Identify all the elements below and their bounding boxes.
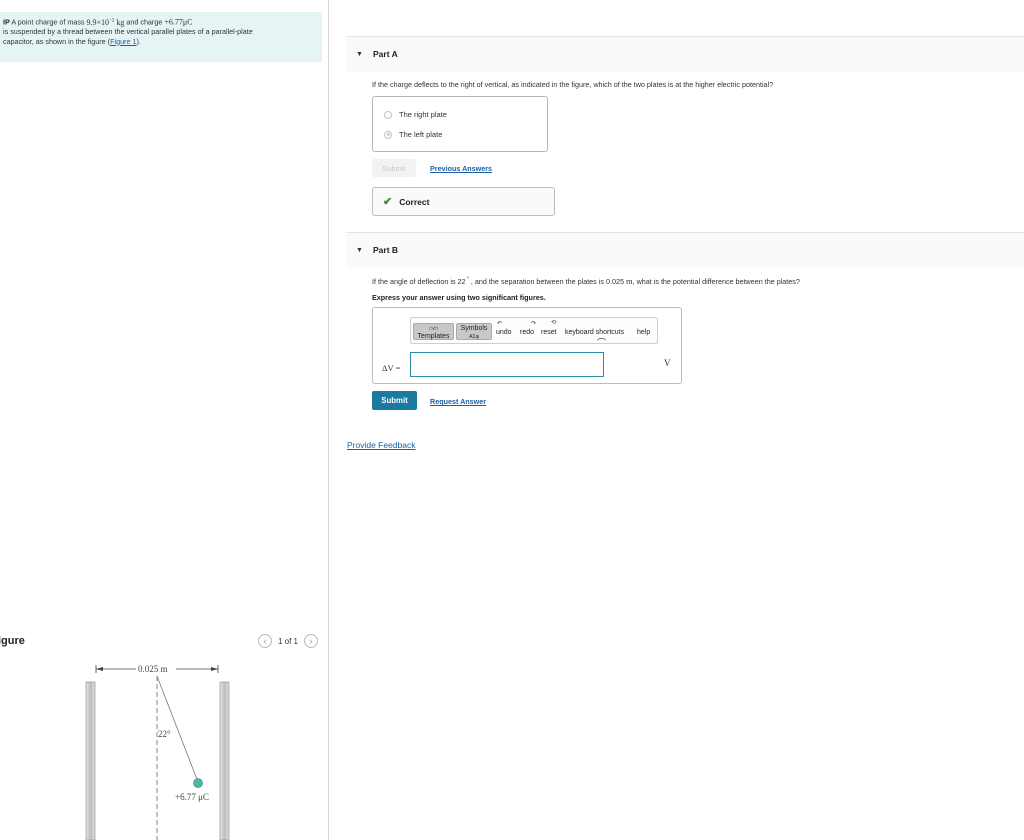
problem-line-2: is suspended by a thread between the ver…: [3, 27, 253, 37]
part-b-label: Part B: [373, 245, 399, 255]
problem-prefix: IP: [3, 17, 10, 27]
part-b-submit-button[interactable]: Submit: [372, 391, 417, 410]
keyboard-shortcuts-button[interactable]: keyboard shortcuts: [565, 329, 624, 336]
mass-value: 9.9×10−2 kg: [86, 17, 125, 27]
answer-input[interactable]: [410, 352, 604, 377]
figure-pager: ‹ 1 of 1 ›: [257, 634, 318, 648]
unit-label: V: [664, 358, 671, 368]
radio-button-selected[interactable]: [384, 130, 392, 139]
part-a-label: Part A: [373, 49, 398, 59]
figure-link[interactable]: Figure 1: [110, 37, 136, 46]
angle-label: 22°: [158, 729, 171, 739]
charge-value: +6.77μC: [164, 17, 193, 27]
choice-right-plate[interactable]: The right plate: [384, 110, 447, 119]
correct-feedback: ✔ Correct: [372, 187, 555, 216]
checkmark-icon: ✔: [383, 196, 393, 208]
reset-icon[interactable]: ⟲: [551, 319, 556, 326]
charge-label: +6.77 μC: [175, 792, 209, 802]
problem-text: A point charge of mass: [9, 17, 87, 27]
part-b-instruction: Express your answer using two significan…: [372, 293, 546, 302]
right-plate: [219, 681, 230, 840]
figure-header: igure ‹ 1 of 1 ›: [0, 633, 322, 651]
problem-statement: IP A point charge of mass 9.9×10−2 kg an…: [0, 12, 322, 62]
provide-feedback-link[interactable]: Provide Feedback: [347, 440, 416, 450]
choice-label: The left plate: [399, 130, 443, 139]
undo-icon[interactable]: ↶: [497, 320, 502, 327]
radio-button[interactable]: [384, 110, 392, 119]
collapse-triangle-icon[interactable]: ▼: [356, 51, 363, 58]
figure-page-count: 1 of 1: [277, 636, 298, 646]
part-b-header[interactable]: ▼ Part B: [346, 232, 1024, 268]
request-answer-link[interactable]: Request Answer: [430, 397, 486, 406]
next-figure-button[interactable]: ›: [304, 634, 318, 648]
dimension-arrow-left: [96, 667, 103, 671]
figure-title: igure: [0, 635, 25, 647]
part-a-header[interactable]: ▼ Part A: [346, 36, 1024, 72]
dimension-arrow-right: [211, 667, 218, 671]
answer-box: □√□ Templates Symbols ΑΣφ ↶ undo ↷ redo ⟲ …: [372, 307, 682, 384]
choice-label: The right plate: [399, 110, 447, 119]
templates-button[interactable]: □√□ Templates: [413, 323, 454, 340]
math-toolbar: □√□ Templates Symbols ΑΣφ ↶ undo ↷ redo ⟲ …: [410, 317, 658, 348]
symbols-button[interactable]: Symbols ΑΣφ: [456, 323, 492, 340]
keyboard-icon[interactable]: ⌒: [597, 336, 606, 349]
choice-left-plate[interactable]: The left plate: [384, 130, 442, 139]
delta-v-label: ΔV =: [382, 363, 401, 373]
previous-answers-link[interactable]: Previous Answers: [430, 164, 492, 173]
help-button[interactable]: help: [637, 329, 650, 336]
part-a-submit-button: Submit: [372, 159, 416, 177]
problem-line-3: capacitor, as shown in the figure (: [3, 36, 111, 46]
capacitor-figure: 0.025 m 22° +6.77 μC: [85, 663, 230, 840]
prev-figure-button[interactable]: ‹: [257, 634, 272, 648]
charge-ball: [193, 778, 203, 788]
redo-button[interactable]: redo: [520, 329, 534, 336]
part-b-question: If the angle of deflection is 22 ° , and…: [372, 276, 800, 286]
left-plate: [85, 681, 96, 840]
part-a-choices: The right plate The left plate: [372, 96, 548, 152]
part-a-question: If the charge deflects to the right of v…: [372, 80, 774, 89]
separation-label: 0.025 m: [138, 664, 168, 674]
reset-button[interactable]: reset: [541, 329, 557, 336]
right-panel: ▼ Part A If the charge deflects to the r…: [330, 0, 1024, 840]
problem-text: and charge: [124, 17, 165, 27]
undo-button[interactable]: undo: [496, 329, 512, 336]
collapse-triangle-icon[interactable]: ▼: [356, 247, 363, 254]
left-panel: IP A point charge of mass 9.9×10−2 kg an…: [0, 0, 329, 840]
correct-label: Correct: [399, 196, 430, 207]
redo-icon[interactable]: ↷: [531, 320, 536, 327]
